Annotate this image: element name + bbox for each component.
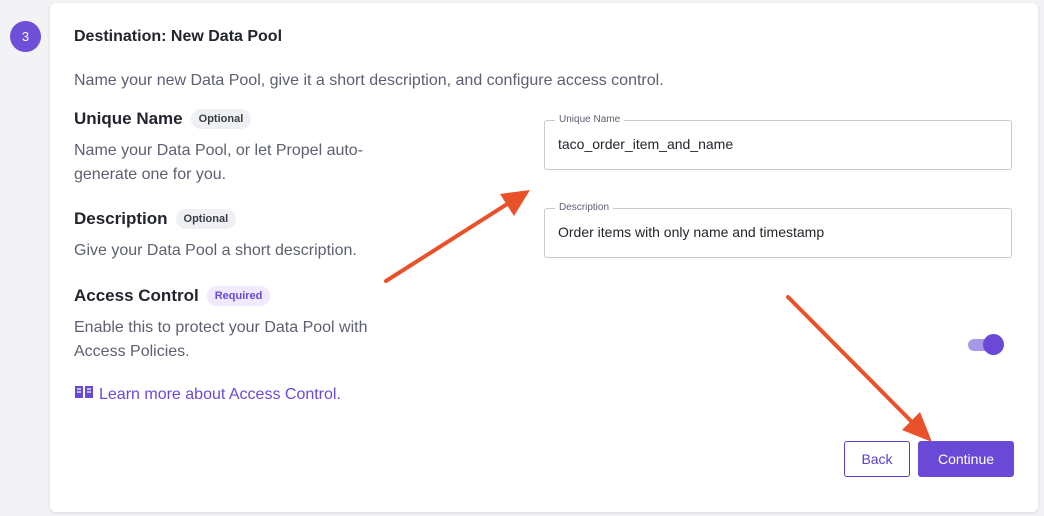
continue-button[interactable]: Continue xyxy=(918,441,1014,477)
section-access-control: Access Control Required Enable this to p… xyxy=(74,286,394,364)
field-label: Description xyxy=(555,202,614,213)
optional-tag: Optional xyxy=(190,109,252,129)
unique-name-input[interactable] xyxy=(558,136,998,152)
description-input[interactable] xyxy=(558,224,998,240)
section-description: Enable this to protect your Data Pool wi… xyxy=(74,319,368,360)
description-field: Description xyxy=(544,202,1012,258)
section-title: Access Control xyxy=(74,286,199,305)
destination-card: Destination: New Data Pool Name your new… xyxy=(50,3,1038,512)
learn-more-label: Learn more about Access Control. xyxy=(99,385,341,403)
book-icon xyxy=(74,384,94,405)
section-head: Access Control Required xyxy=(74,286,394,306)
card-title: Destination: New Data Pool xyxy=(74,28,283,45)
section-head: Unique Name Optional xyxy=(74,109,394,129)
step-number-badge: 3 xyxy=(10,21,41,52)
learn-more-access-control-link[interactable]: Learn more about Access Control. xyxy=(74,384,341,405)
required-tag: Required xyxy=(206,286,271,306)
field-label: Unique Name xyxy=(555,114,625,125)
optional-tag: Optional xyxy=(175,209,237,229)
unique-name-field: Unique Name xyxy=(544,114,1012,170)
section-title: Description xyxy=(74,209,168,228)
toggle-knob xyxy=(983,334,1004,355)
card-intro: Name your new Data Pool, give it a short… xyxy=(74,72,664,89)
section-title: Unique Name xyxy=(74,109,183,128)
access-control-toggle[interactable] xyxy=(967,334,1005,356)
back-button[interactable]: Back xyxy=(844,441,910,477)
step-number: 3 xyxy=(21,29,30,44)
page: 3 Destination: New Data Pool Name your n… xyxy=(0,0,1044,516)
section-description: Name your Data Pool, or let Propel auto-… xyxy=(74,142,364,183)
section-description: Give your Data Pool a short description. xyxy=(74,242,357,259)
section-head: Description Optional xyxy=(74,209,394,229)
section-description: Description Optional Give your Data Pool… xyxy=(74,209,394,263)
section-unique-name: Unique Name Optional Name your Data Pool… xyxy=(74,109,394,187)
